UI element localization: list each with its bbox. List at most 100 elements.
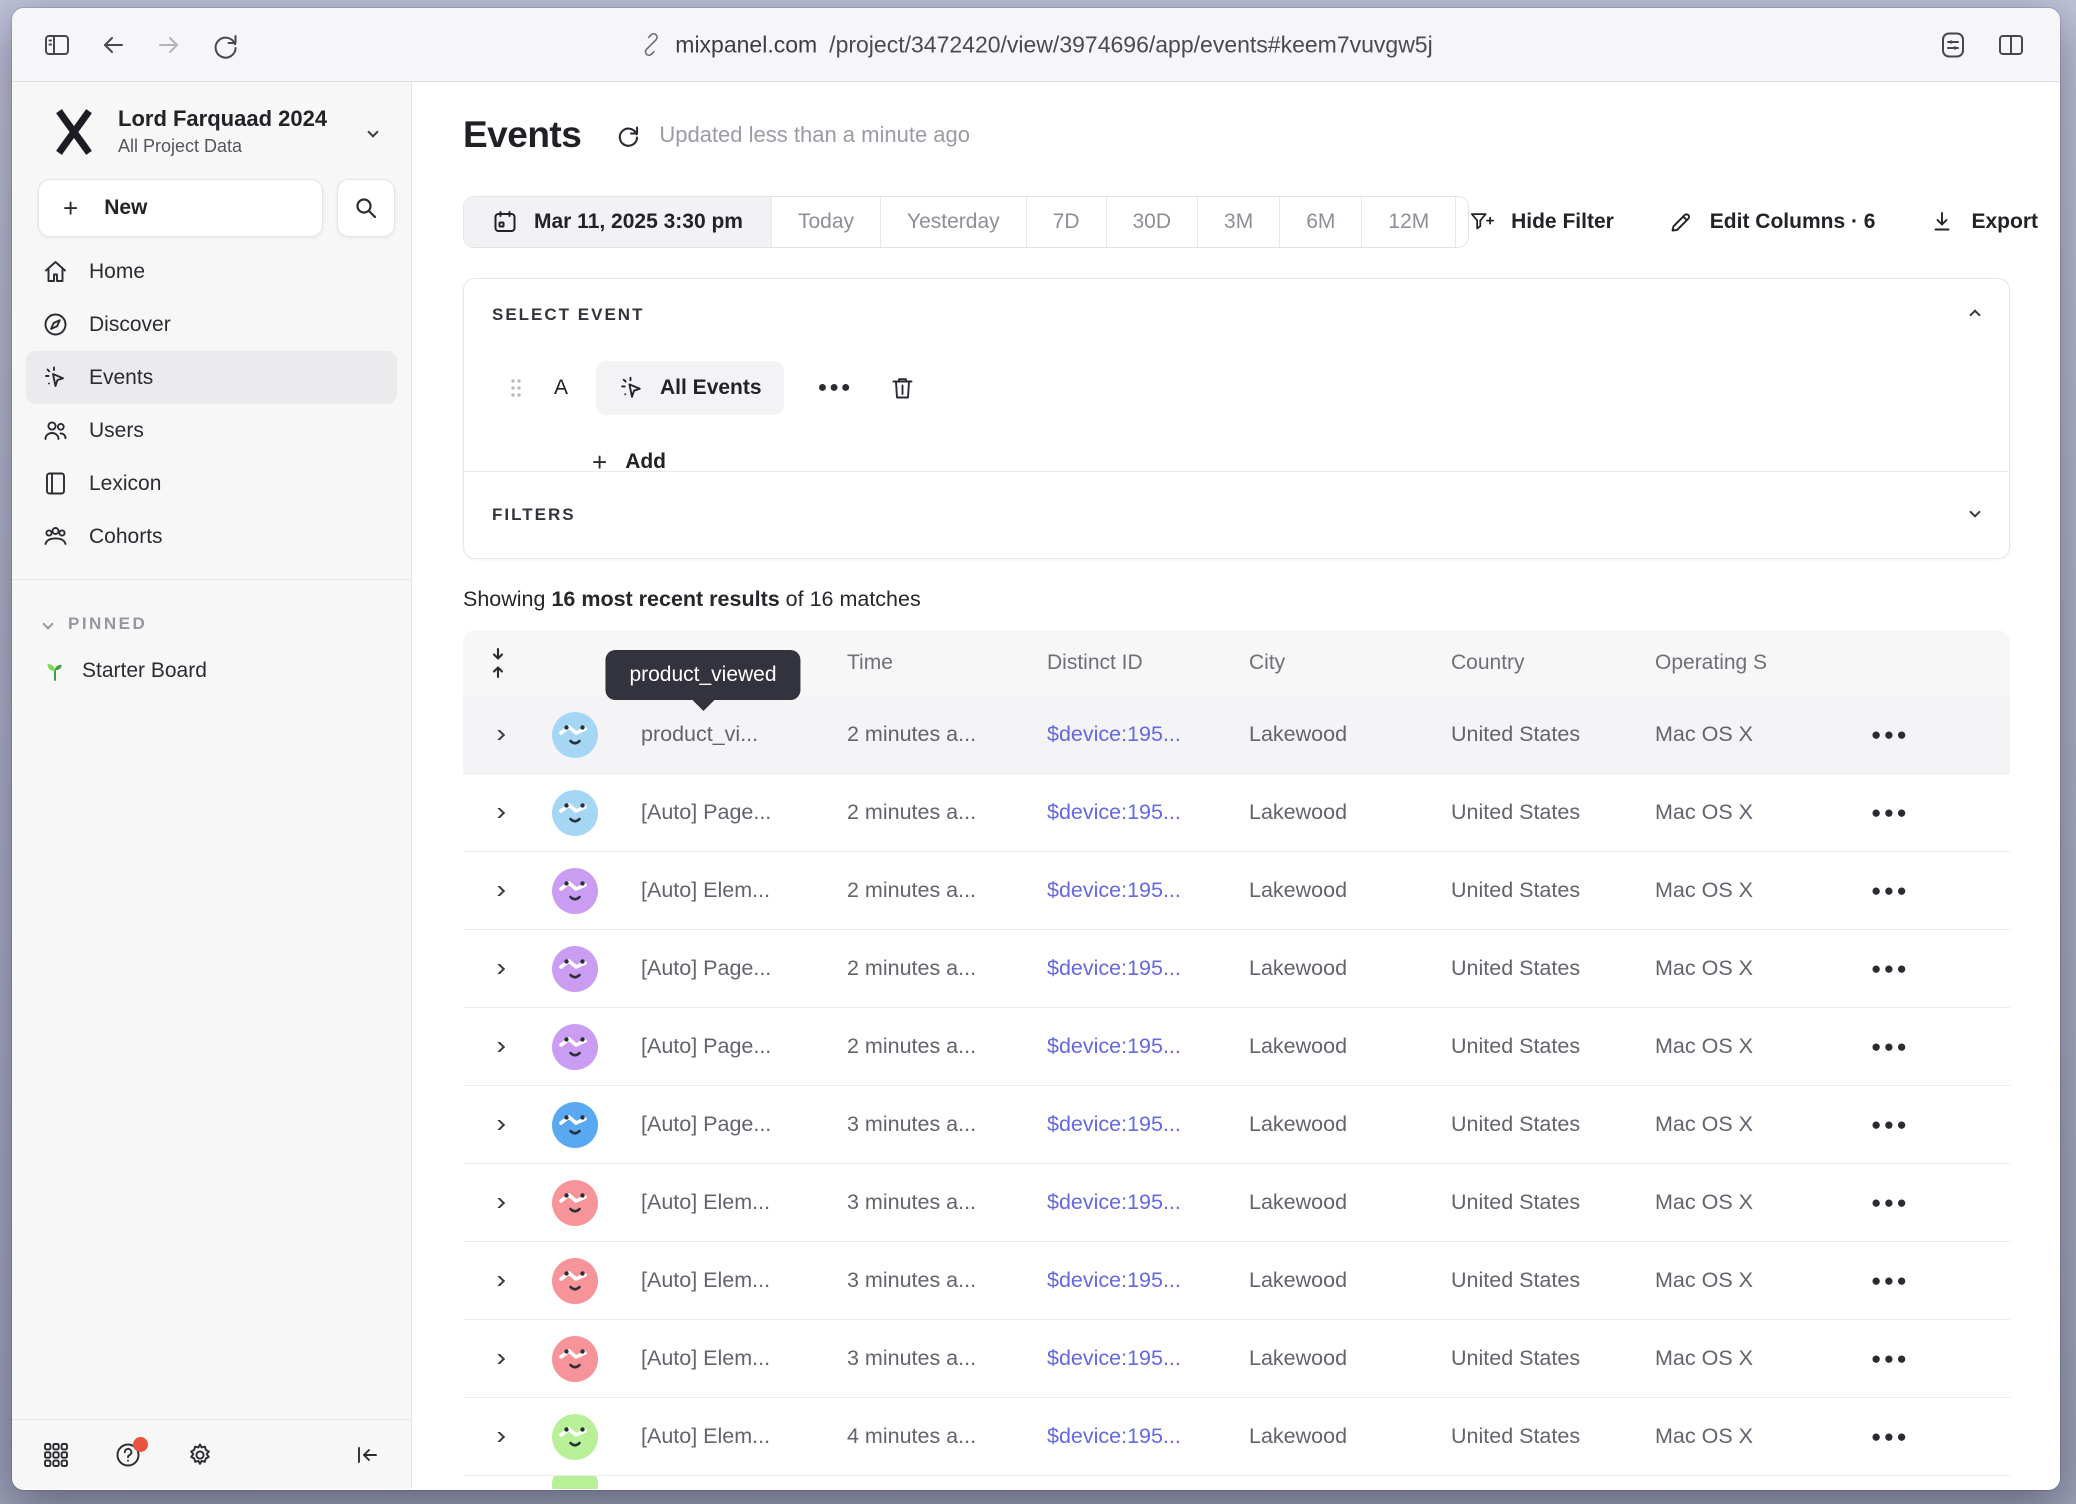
row-options-icon[interactable]: ●●● (1871, 725, 1909, 745)
drag-handle-icon[interactable] (508, 375, 524, 401)
sidebar-item-events[interactable]: Events (26, 351, 397, 404)
distinct-id-link[interactable]: $device:195... (1023, 1268, 1225, 1293)
export-button[interactable]: Export (1929, 209, 2038, 235)
sidebar-item-lexicon[interactable]: Lexicon (26, 457, 397, 510)
row-options-icon[interactable]: ●●● (1871, 803, 1909, 823)
date-range-custom[interactable]: Mar 11, 2025 3:30 pm (464, 197, 772, 247)
expand-row-icon[interactable] (491, 964, 505, 974)
table-row[interactable]: [Auto] Elem... 3 minutes a... $device:19… (463, 1320, 2010, 1398)
row-options-icon[interactable]: ●●● (1871, 1115, 1909, 1135)
row-options-icon[interactable]: ●●● (1871, 1349, 1909, 1369)
all-events-chip[interactable]: All Events (596, 361, 784, 415)
expand-row-icon[interactable] (491, 1120, 505, 1130)
preset-12m[interactable]: 12M (1362, 197, 1456, 247)
trash-icon[interactable] (889, 375, 916, 402)
hide-filter-button[interactable]: Hide Filter (1469, 209, 1614, 235)
event-name[interactable]: [Auto] Page... (617, 800, 823, 825)
sidebar-item-discover[interactable]: Discover (26, 298, 397, 351)
event-country: United States (1427, 1034, 1631, 1059)
new-button[interactable]: + New (38, 179, 323, 237)
event-name[interactable]: [Auto] Elem... (617, 1424, 823, 1449)
table-row[interactable]: [Auto] Page... 2 minutes a... $device:19… (463, 930, 2010, 1008)
address-bar[interactable]: mixpanel.com/project/3472420/view/397469… (639, 31, 1432, 58)
settings-gear-icon[interactable] (186, 1441, 214, 1469)
preset-6m[interactable]: 6M (1280, 197, 1362, 247)
distinct-id-link[interactable]: $device:195... (1023, 1112, 1225, 1137)
search-button[interactable] (337, 179, 395, 237)
project-switcher[interactable]: Lord Farquaad 2024 All Project Data (12, 82, 411, 157)
split-view-icon[interactable] (1996, 30, 2026, 60)
row-options-icon[interactable]: ●●● (1871, 959, 1909, 979)
preset-today[interactable]: Today (772, 197, 881, 247)
event-name[interactable]: [Auto] Page... (617, 956, 823, 981)
sidebar-footer (12, 1419, 411, 1489)
back-icon[interactable] (98, 30, 128, 60)
row-options-icon[interactable]: ●●● (1871, 881, 1909, 901)
chevron-down-icon (42, 618, 53, 629)
table-row[interactable]: [Auto] Elem... 3 minutes a... $device:19… (463, 1164, 2010, 1242)
event-name[interactable]: [Auto] Page... (617, 1112, 823, 1137)
preset-3m[interactable]: 3M (1198, 197, 1280, 247)
col-country[interactable]: Country (1427, 651, 1631, 675)
table-row[interactable]: [Auto] Page... 3 minutes a... $device:19… (463, 1086, 2010, 1164)
collapse-sidebar-icon[interactable] (353, 1441, 381, 1469)
table-row[interactable]: [Auto] Elem... 2 minutes a... $device:19… (463, 852, 2010, 930)
distinct-id-link[interactable]: $device:195... (1023, 722, 1225, 747)
expand-section-icon[interactable] (1969, 506, 1980, 517)
apps-grid-icon[interactable] (42, 1441, 70, 1469)
date-range-value: Mar 11, 2025 3:30 pm (534, 210, 743, 234)
expand-row-icon[interactable] (491, 1042, 505, 1052)
col-time[interactable]: Time (823, 651, 1023, 675)
expand-row-icon[interactable] (491, 1276, 505, 1286)
col-distinct-id[interactable]: Distinct ID (1023, 651, 1225, 675)
expand-row-icon[interactable] (491, 808, 505, 818)
distinct-id-link[interactable]: $device:195... (1023, 1346, 1225, 1371)
table-row[interactable]: [Auto] Elem... 4 minutes a... $device:19… (463, 1398, 2010, 1476)
event-name[interactable]: product_vi... (617, 722, 823, 747)
expand-row-icon[interactable] (491, 730, 505, 740)
table-row[interactable]: [Auto] Page... 2 minutes a... $device:19… (463, 1008, 2010, 1086)
expand-row-icon[interactable] (491, 1198, 505, 1208)
expand-row-icon[interactable] (491, 1432, 505, 1442)
preset-30d[interactable]: 30D (1107, 197, 1199, 247)
col-os[interactable]: Operating S (1631, 651, 1841, 675)
table-row[interactable]: [Auto] Page... 2 minutes a... $device:19… (463, 774, 2010, 852)
forward-icon[interactable] (154, 30, 184, 60)
pinned-section-header[interactable]: PINNED (44, 614, 411, 634)
distinct-id-link[interactable]: $device:195... (1023, 800, 1225, 825)
preset-7d[interactable]: 7D (1027, 197, 1107, 247)
distinct-id-link[interactable]: $device:195... (1023, 956, 1225, 981)
expand-row-icon[interactable] (491, 1354, 505, 1364)
help-icon[interactable] (114, 1441, 142, 1469)
event-name[interactable]: [Auto] Page... (617, 1034, 823, 1059)
distinct-id-link[interactable]: $device:195... (1023, 1424, 1225, 1449)
event-country: United States (1427, 878, 1631, 903)
row-options-icon[interactable]: ●●● (1871, 1037, 1909, 1057)
collapse-rows-icon[interactable] (463, 646, 533, 680)
sidebar-item-cohorts[interactable]: Cohorts (26, 510, 397, 563)
row-options-icon[interactable]: ●●● (1871, 1427, 1909, 1447)
reload-icon[interactable] (210, 30, 240, 60)
refresh-icon[interactable] (615, 122, 641, 148)
event-name[interactable]: [Auto] Elem... (617, 1346, 823, 1371)
event-name[interactable]: [Auto] Elem... (617, 1268, 823, 1293)
browser-sidebar-toggle-icon[interactable] (42, 30, 72, 60)
event-name[interactable]: [Auto] Elem... (617, 878, 823, 903)
row-options-icon[interactable]: ●●● (1871, 1271, 1909, 1291)
table-row[interactable]: [Auto] Elem... 3 minutes a... $device:19… (463, 1242, 2010, 1320)
page-settings-icon[interactable] (1938, 30, 1968, 60)
edit-columns-button[interactable]: Edit Columns · 6 (1668, 209, 1876, 235)
preset-xtd[interactable]: XTD (1456, 197, 1469, 247)
preset-yesterday[interactable]: Yesterday (881, 197, 1027, 247)
sidebar-item-home[interactable]: Home (26, 245, 397, 298)
distinct-id-link[interactable]: $device:195... (1023, 1034, 1225, 1059)
pinned-item-starter-board[interactable]: Starter Board (42, 658, 411, 684)
event-name[interactable]: [Auto] Elem... (617, 1190, 823, 1215)
distinct-id-link[interactable]: $device:195... (1023, 878, 1225, 903)
row-options-icon[interactable]: ●●● (1871, 1193, 1909, 1213)
sidebar-item-users[interactable]: Users (26, 404, 397, 457)
expand-row-icon[interactable] (491, 886, 505, 896)
distinct-id-link[interactable]: $device:195... (1023, 1190, 1225, 1215)
event-options-icon[interactable]: ●●● (818, 379, 853, 397)
col-city[interactable]: City (1225, 651, 1427, 675)
